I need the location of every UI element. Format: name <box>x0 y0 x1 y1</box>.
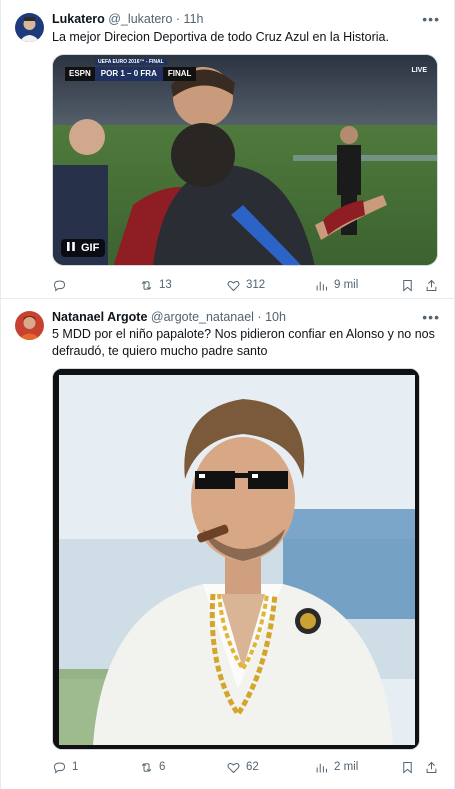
view-count: 2 mil <box>334 761 359 773</box>
handle[interactable]: @_lukatero <box>108 12 172 26</box>
retweet-icon <box>141 762 152 772</box>
gif-frame <box>53 55 437 265</box>
tweet-header: Natanael Argote @argote_natanael · 10h •… <box>52 309 440 325</box>
more-icon[interactable]: ••• <box>422 11 440 27</box>
tweet-text: 5 MDD por el niño papalote? Nos pidieron… <box>52 327 435 358</box>
retweet-button[interactable]: 6 <box>139 758 165 776</box>
tweet-text: La mejor Direcion Deportiva de todo Cruz… <box>52 30 389 44</box>
retweet-count: 6 <box>159 761 166 773</box>
tweet[interactable]: Lukatero @_lukatero · 11h ••• La mejor D… <box>1 0 454 299</box>
pause-icon[interactable] <box>67 242 75 254</box>
like-count: 62 <box>246 761 259 773</box>
views-button[interactable]: 2 mil <box>314 758 358 776</box>
display-name[interactable]: Lukatero <box>52 12 105 26</box>
views-icon <box>316 763 327 772</box>
share-icon <box>426 279 437 291</box>
tweet-header: Lukatero @_lukatero · 11h ••• <box>52 11 440 27</box>
tweet-actions: 1 6 62 2 mil <box>52 758 440 776</box>
reply-count: 1 <box>72 761 79 773</box>
reply-icon <box>53 762 66 773</box>
bookmark-button[interactable] <box>400 276 415 294</box>
like-icon <box>227 280 240 291</box>
reply-button[interactable]: 1 <box>52 758 78 776</box>
like-count: 312 <box>246 279 266 291</box>
reply-icon <box>53 280 66 291</box>
like-icon <box>227 762 240 773</box>
views-icon <box>316 281 327 290</box>
competition-label: UEFA EURO 2016™ - FINAL <box>95 59 167 65</box>
bookmark-icon <box>403 761 412 774</box>
gif-badge: GIF <box>81 242 100 254</box>
home-team: POR <box>100 69 119 78</box>
retweet-button[interactable]: 13 <box>139 276 172 294</box>
view-count: 9 mil <box>334 279 359 291</box>
separator: · <box>175 12 181 26</box>
score-home: POR 1 – 0 FRA <box>94 67 163 81</box>
match-status: FINAL <box>162 67 197 81</box>
retweet-count: 13 <box>159 279 172 291</box>
reply-button[interactable] <box>52 276 72 294</box>
share-icon <box>426 761 437 773</box>
bookmark-button[interactable] <box>400 758 415 776</box>
avatar[interactable] <box>15 13 44 42</box>
scoreboard: UEFA EURO 2016™ - FINAL ESPN POR 1 – 0 F… <box>65 59 197 81</box>
more-icon[interactable]: ••• <box>422 309 440 325</box>
retweet-icon <box>141 280 152 290</box>
timeline-feed: Lukatero @_lukatero · 11h ••• La mejor D… <box>0 0 455 789</box>
timestamp[interactable]: 11h <box>184 12 204 26</box>
live-label: LIVE <box>411 67 427 74</box>
tweet-image[interactable] <box>52 368 420 750</box>
tweet-actions: 13 312 9 mil <box>52 276 440 294</box>
views-button[interactable]: 9 mil <box>314 276 358 294</box>
network-logo: ESPN <box>65 67 95 81</box>
bookmark-icon <box>403 279 412 292</box>
like-button[interactable]: 62 <box>226 758 259 776</box>
display-name[interactable]: Natanael Argote <box>52 310 147 324</box>
score-value: 1 – 0 <box>120 69 139 78</box>
separator: · <box>257 310 262 324</box>
avatar[interactable] <box>15 311 44 340</box>
tweet[interactable]: Natanael Argote @argote_natanael · 10h •… <box>1 299 454 789</box>
share-button[interactable] <box>424 758 439 776</box>
handle[interactable]: @argote_natanael <box>151 310 254 324</box>
image-content <box>53 369 419 749</box>
tweet-gif[interactable]: UEFA EURO 2016™ - FINAL ESPN POR 1 – 0 F… <box>52 54 438 266</box>
like-button[interactable]: 312 <box>226 276 265 294</box>
away-team: FRA <box>140 69 157 78</box>
gif-controls[interactable]: GIF <box>61 239 106 257</box>
share-button[interactable] <box>424 276 439 294</box>
timestamp[interactable]: 10h <box>265 310 286 324</box>
